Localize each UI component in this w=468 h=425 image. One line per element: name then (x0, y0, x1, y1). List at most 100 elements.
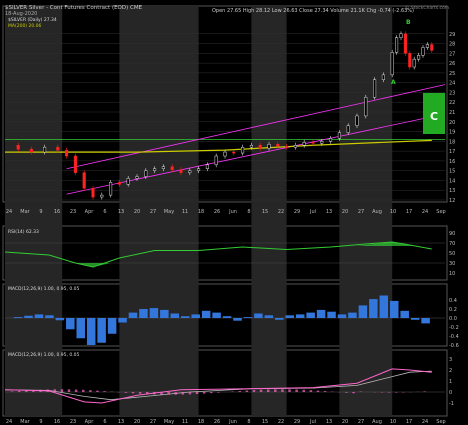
x-tick-bottom: 24 (6, 419, 12, 425)
candle-body (421, 47, 425, 56)
candle-body (82, 172, 86, 189)
x-tick: 24 (422, 209, 428, 215)
candle-body (346, 125, 350, 133)
candle-body (320, 141, 324, 144)
macd-hist-bar (222, 316, 232, 318)
x-tick: 6 (103, 209, 106, 215)
macd-tick: 3 (449, 357, 452, 363)
candle-body (364, 97, 368, 117)
wave-b-label: B (406, 19, 411, 26)
candle-body (258, 144, 262, 149)
macd-hist-bar (337, 314, 347, 318)
candle-body (285, 145, 289, 148)
price-tick: 29 (449, 32, 455, 38)
candle-body (390, 52, 394, 76)
x-tick: 27 (150, 209, 156, 215)
candle-body (170, 166, 174, 170)
macd-hist-bar (295, 314, 305, 318)
candle-body (188, 170, 192, 173)
x-tick: 13 (118, 209, 124, 215)
x-tick: 11 (182, 209, 188, 215)
candle-body (425, 44, 429, 48)
candle-body (329, 138, 333, 142)
x-tick-bottom: Aug (372, 419, 382, 425)
hist-tick: 0.4 (449, 298, 457, 304)
x-tick: 15 (262, 209, 268, 215)
candle-body (337, 132, 341, 139)
macd-hist-bar (306, 312, 315, 318)
candle-body (100, 194, 104, 198)
x-tick: Aug (372, 209, 382, 215)
macd-hist-bar (369, 299, 378, 318)
stock-chart: 29 28 27 26 25 24 23 22 21 20 19 18 17 16 15 14 13 12 90 70… (0, 0, 468, 425)
candle-body (302, 142, 306, 146)
candle-body (43, 146, 47, 153)
macd-hist-bar (149, 308, 159, 318)
candle-body (241, 146, 245, 154)
x-tick-bottom: 29 (294, 419, 300, 425)
macd-hist-bar (97, 318, 106, 343)
candle-body (135, 176, 139, 179)
candle-body (161, 166, 165, 169)
x-tick: 13 (326, 209, 332, 215)
x-tick-bottom: 10 (390, 419, 396, 425)
macd-hist-bar (243, 317, 253, 318)
macd-hist-bar (76, 318, 85, 339)
watermark: © StockCharts.com (405, 4, 449, 11)
macd-hist-bar (421, 318, 430, 324)
x-tick: 27 (358, 209, 364, 215)
x-tick-bottom: 8 (247, 419, 250, 425)
x-tick: 24 (6, 209, 12, 215)
hist-tick: 0.0 (449, 316, 457, 322)
price-tick: 28 (449, 42, 455, 48)
macd-hist-bar (379, 295, 389, 318)
x-tick-bottom: Mar (20, 419, 30, 425)
date-line: 18-Aug-2020 (5, 11, 37, 17)
x-tick-bottom: 23 (70, 419, 76, 425)
candle-body (144, 170, 148, 177)
x-tick-bottom: Jul (309, 419, 316, 425)
macd-hist-bar (24, 315, 33, 318)
macd-tick: 0 (449, 390, 452, 396)
macd-tick: 1 (449, 379, 452, 385)
candle-body (417, 55, 421, 60)
macd-hist-bar (264, 315, 274, 318)
price-tick: 14 (449, 178, 455, 184)
candle-body (29, 148, 33, 153)
wave-a-label: A (391, 79, 396, 86)
price-tick: 23 (449, 90, 455, 96)
macd-hist-bar (327, 311, 336, 318)
candle-body (232, 151, 236, 154)
candle-body (205, 164, 209, 169)
macd-hist-bar (34, 314, 44, 318)
macd-hist-bar (358, 305, 368, 318)
x-tick-bottom: May (164, 419, 174, 425)
candle-body (311, 142, 315, 144)
macd-hist-bar (410, 318, 420, 320)
price-tick: 19 (449, 130, 455, 136)
macd-hist-bar (400, 310, 409, 318)
candle-body (395, 37, 399, 53)
candle-body (91, 188, 95, 198)
x-tick-bottom: 26 (214, 419, 220, 425)
price-tick: 26 (449, 61, 455, 67)
price-tick: 24 (449, 81, 455, 87)
macd-hist-bar (13, 317, 23, 318)
candle-body (249, 144, 253, 148)
candle-body (179, 169, 183, 173)
price-tick: 12 (449, 198, 455, 204)
price-tick: 13 (449, 188, 455, 194)
x-tick: 20 (342, 209, 348, 215)
rsi-tick: 50 (449, 251, 455, 257)
x-tick: 17 (406, 209, 412, 215)
hist-tick: -0.6 (449, 343, 459, 349)
candle-body (56, 146, 60, 151)
x-tick-bottom: Sep (436, 419, 445, 425)
macd-hist-bar (348, 312, 357, 318)
macd-hist-bar (212, 312, 221, 318)
candle-body (355, 115, 359, 126)
x-tick: Sep (436, 209, 445, 215)
x-tick-bottom: 15 (262, 419, 268, 425)
price-tick: 25 (449, 71, 455, 77)
x-tick-bottom: 6 (103, 419, 106, 425)
